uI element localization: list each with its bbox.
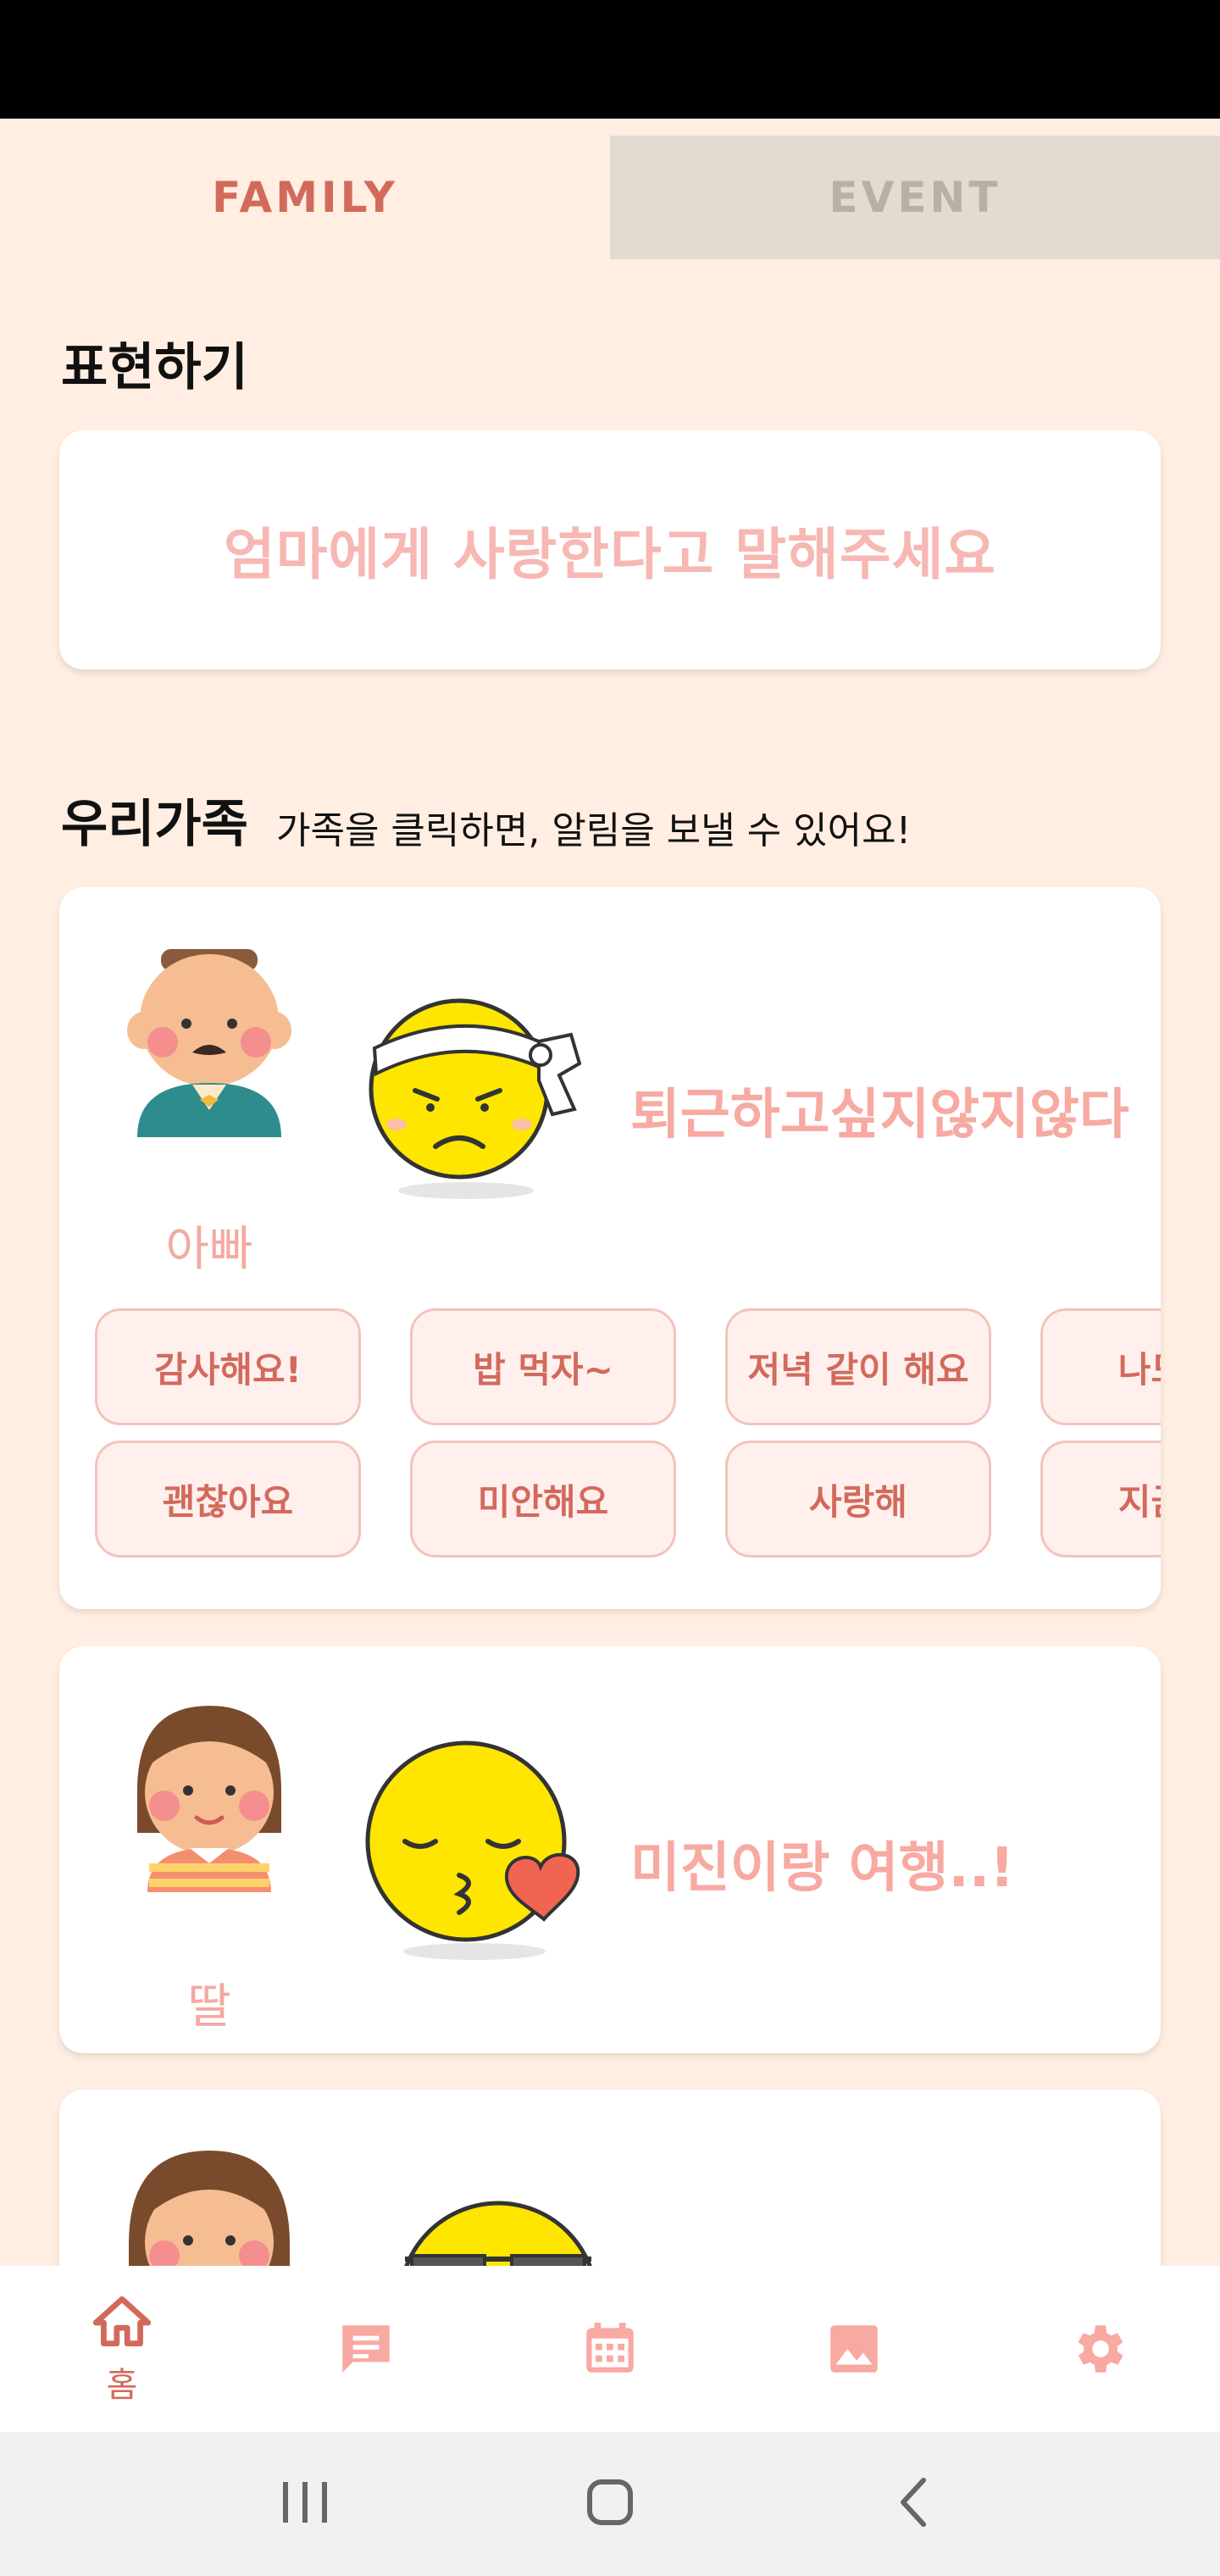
quick-reply-chip[interactable]: 지금 통	[1040, 1441, 1161, 1557]
nav-calendar[interactable]	[488, 2266, 732, 2432]
recent-apps-button[interactable]	[271, 2468, 339, 2540]
quick-reply-row: 괜찮아요 미안해요 사랑해 지금 통	[95, 1441, 1161, 1557]
nav-home[interactable]: 홈	[0, 2266, 244, 2432]
tab-event[interactable]: EVENT	[610, 136, 1220, 259]
chat-icon	[342, 2325, 390, 2373]
family-section-hint: 가족을 클릭하면, 알림을 보낼 수 있어요!	[276, 809, 912, 852]
system-home-icon	[587, 2479, 633, 2525]
family-member-card-daughter[interactable]: 딸 미진이랑 여행..!	[59, 1646, 1161, 2053]
back-button[interactable]	[881, 2468, 949, 2540]
quick-reply-chip[interactable]: 괜찮아요	[95, 1441, 361, 1557]
express-section-title: 표현하기	[61, 338, 248, 397]
express-message: 엄마에게 사랑한다고 말해주세요	[223, 522, 997, 587]
quick-reply-chip[interactable]: 저녁 같이 해요	[725, 1308, 991, 1425]
kissing-heart-emoji	[365, 1740, 580, 1960]
dad-avatar[interactable]	[112, 942, 307, 1137]
home-system-button[interactable]	[576, 2468, 644, 2540]
quick-reply-row: 감사해요! 밥 먹자~ 저녁 같이 해요 나도 사	[95, 1308, 1161, 1425]
member-status-message: 퇴근하고싶지않지않다	[630, 1084, 1129, 1146]
headband-frowning-emoji	[369, 998, 582, 1199]
settings-icon	[1078, 2325, 1123, 2373]
nav-settings[interactable]	[976, 2266, 1220, 2432]
family-member-card-dad[interactable]: 아빠 퇴근하고싶지않지않다 감사해요! 밥 먹자~ 저녁 같이 해요 나도 사 …	[59, 887, 1161, 1609]
image-icon	[830, 2325, 878, 2373]
quick-reply-chip[interactable]: 나도 사	[1040, 1308, 1161, 1425]
daughter-avatar[interactable]	[112, 1697, 307, 1892]
tab-bar: FAMILY EVENT	[0, 136, 1220, 259]
member-name: 딸	[187, 1979, 231, 2035]
bottom-nav: 홈	[0, 2266, 1220, 2432]
member-name: 아빠	[165, 1222, 253, 1277]
status-bar	[0, 0, 1220, 119]
quick-reply-chip[interactable]: 미안해요	[410, 1441, 676, 1557]
family-section-title: 우리가족	[61, 795, 248, 854]
express-card[interactable]: 엄마에게 사랑한다고 말해주세요	[59, 430, 1161, 669]
calendar-icon	[586, 2323, 634, 2373]
recent-apps-icon	[283, 2482, 327, 2523]
system-nav-bar	[0, 2432, 1220, 2576]
nav-chat[interactable]	[244, 2266, 488, 2432]
member-status-message: 미진이랑 여행..!	[630, 1837, 1015, 1900]
nav-home-label: 홈	[106, 2366, 138, 2405]
quick-reply-chip[interactable]: 밥 먹자~	[410, 1308, 676, 1425]
home-icon	[92, 2296, 152, 2347]
tab-family[interactable]: FAMILY	[0, 136, 610, 259]
quick-reply-chip[interactable]: 사랑해	[725, 1441, 991, 1557]
nav-gallery[interactable]	[732, 2266, 976, 2432]
back-icon	[901, 2478, 926, 2527]
quick-reply-chip[interactable]: 감사해요!	[95, 1308, 361, 1425]
